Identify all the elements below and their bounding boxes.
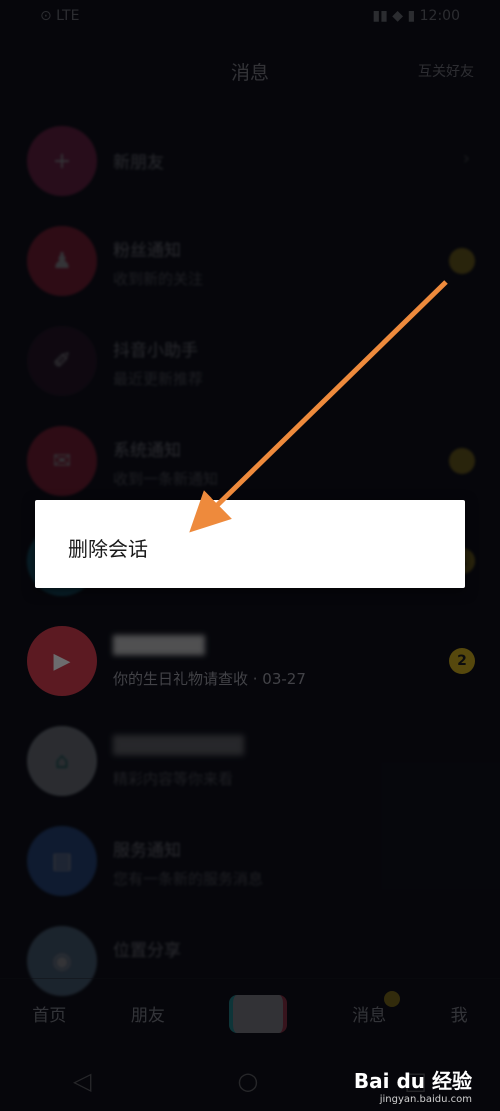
context-menu: 删除会话 <box>35 500 465 588</box>
watermark-brand: Bai du 经验 <box>353 1069 472 1093</box>
watermark: Bai du 经验 jingyan.baidu.com <box>354 1065 472 1105</box>
delete-conversation-menu-item[interactable]: 删除会话 <box>68 533 148 562</box>
watermark-url: jingyan.baidu.com <box>379 1094 472 1105</box>
